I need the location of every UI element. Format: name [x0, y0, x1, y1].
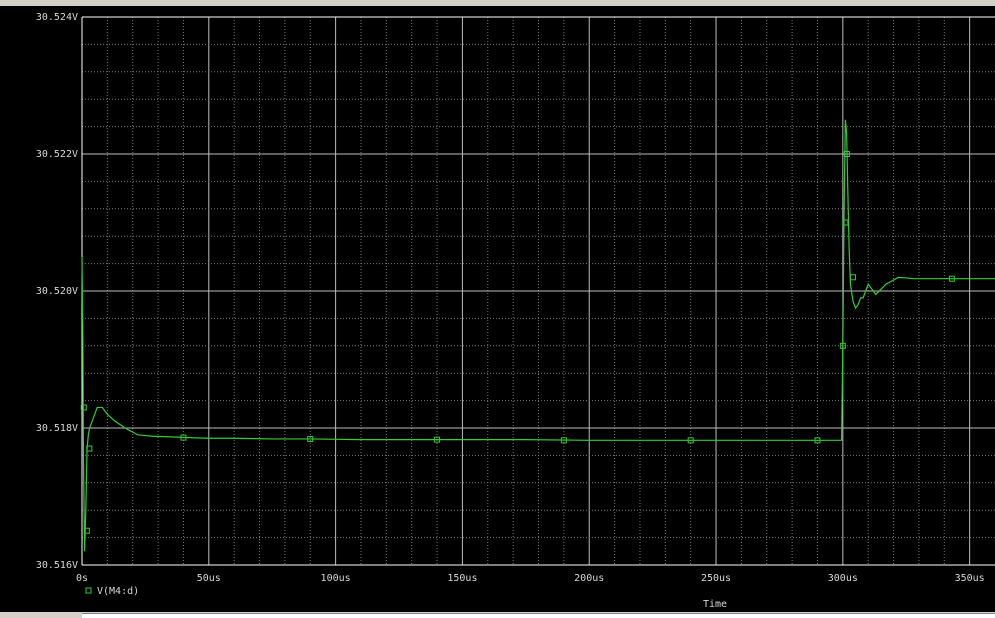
- legend-marker-icon: [85, 587, 92, 594]
- y-tick-label: 30.520V: [36, 286, 78, 297]
- x-tick-label: 300us: [828, 573, 858, 584]
- status-strip: [82, 613, 995, 618]
- y-tick-labels: 30.516V 30.518V 30.520V 30.522V 30.524V: [36, 12, 78, 571]
- window-bottom-edge: [0, 612, 995, 618]
- x-tick-labels: 0s 50us 100us 150us 200us 250us 300us 350us: [76, 573, 985, 584]
- legend[interactable]: V(M4:d): [85, 586, 139, 597]
- x-tick-label: 150us: [447, 573, 477, 584]
- y-tick-label: 30.524V: [36, 12, 78, 23]
- x-tick-label: 100us: [321, 573, 351, 584]
- x-tick-label: 50us: [197, 573, 221, 584]
- y-tick-label: 30.516V: [36, 560, 78, 571]
- y-tick-label: 30.518V: [36, 423, 78, 434]
- x-tick-label: 200us: [574, 573, 604, 584]
- waveform-chart[interactable]: 30.516V 30.518V 30.520V 30.522V 30.524V 0s 50…: [0, 0, 995, 617]
- x-tick-label: 0s: [76, 573, 88, 584]
- x-tick-label: 350us: [955, 573, 985, 584]
- legend-entry-label: V(M4:d): [97, 586, 139, 597]
- x-tick-label: 250us: [701, 573, 731, 584]
- x-axis-label: Time: [703, 599, 727, 610]
- y-tick-label: 30.522V: [36, 149, 78, 160]
